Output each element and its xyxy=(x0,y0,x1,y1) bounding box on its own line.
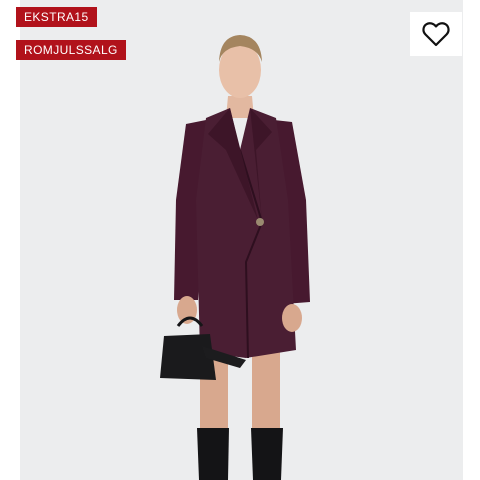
promo-badge-ekstra15: EKSTRA15 xyxy=(16,7,97,27)
product-photo[interactable] xyxy=(20,0,463,480)
promo-badge-romjulssalg: ROMJULSSALG xyxy=(16,40,126,60)
heart-outline-icon xyxy=(422,22,450,47)
product-card: EKSTRA15 ROMJULSSALG xyxy=(0,0,480,480)
favorite-button[interactable] xyxy=(410,12,462,56)
model-wearing-blazer-dress-image xyxy=(160,35,310,480)
